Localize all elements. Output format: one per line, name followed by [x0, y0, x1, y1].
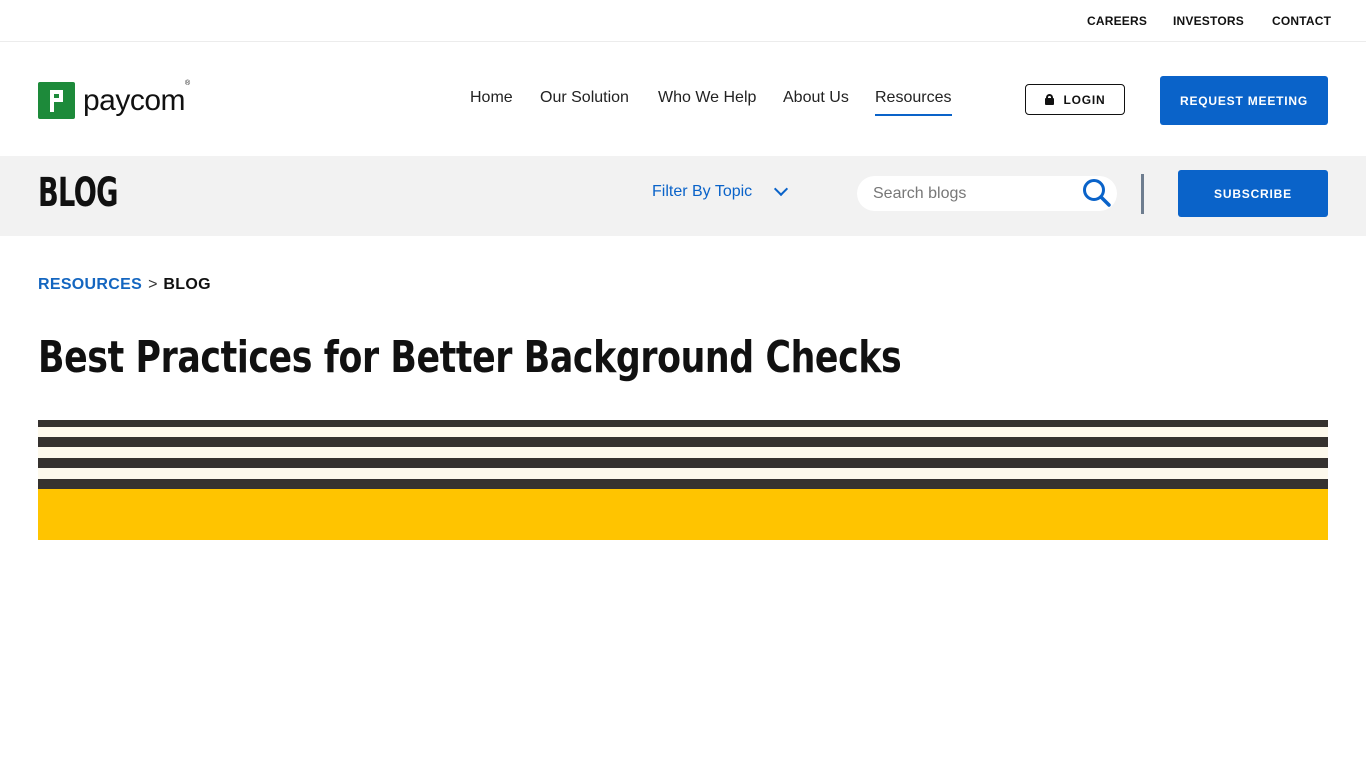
search-input[interactable]: [873, 183, 1073, 205]
nav-who-we-help[interactable]: Who We Help: [658, 89, 756, 107]
hero-stripe: [38, 479, 1328, 489]
article-title: Best Practices for Better Background Che…: [38, 332, 902, 383]
filter-by-topic-dropdown[interactable]: Filter By Topic: [652, 181, 789, 201]
request-meeting-button[interactable]: REQUEST MEETING: [1160, 76, 1328, 125]
logo-wordmark: paycom®: [83, 79, 190, 117]
investors-link[interactable]: INVESTORS: [1173, 14, 1244, 28]
breadcrumb-separator: >: [148, 276, 158, 293]
filter-label: Filter By Topic: [652, 183, 753, 200]
breadcrumb-current: BLOG: [163, 276, 211, 293]
breadcrumb: RESOURCES > BLOG: [38, 276, 211, 294]
search-box: [857, 176, 1117, 211]
login-button[interactable]: LOGIN: [1025, 84, 1125, 115]
nav-about-us[interactable]: About Us: [783, 89, 849, 107]
careers-link[interactable]: CAREERS: [1087, 14, 1147, 28]
hero-banner-image: [38, 420, 1328, 540]
hero-stripe: [38, 420, 1328, 427]
toolbar-divider: [1141, 174, 1144, 214]
nav-our-solution[interactable]: Our Solution: [540, 89, 629, 107]
nav-resources[interactable]: Resources: [875, 89, 951, 107]
chevron-down-icon: [774, 181, 789, 197]
lock-icon: [1044, 94, 1054, 105]
search-icon[interactable]: [1082, 178, 1112, 208]
hero-stripe: [38, 437, 1328, 447]
nav-active-underline: [875, 114, 952, 116]
breadcrumb-resources-link[interactable]: RESOURCES: [38, 276, 142, 294]
login-label: LOGIN: [1063, 92, 1106, 107]
hero-gold-band: [38, 489, 1328, 540]
paycom-logo-mark-icon: [38, 82, 75, 119]
hero-stripe: [38, 458, 1328, 468]
blog-heading: BLOG: [38, 170, 119, 216]
nav-home[interactable]: Home: [470, 89, 513, 107]
contact-link[interactable]: CONTACT: [1272, 14, 1331, 28]
subscribe-button[interactable]: SUBSCRIBE: [1178, 170, 1328, 217]
paycom-logo[interactable]: paycom®: [38, 79, 190, 119]
utility-bar: CAREERS INVESTORS CONTACT: [0, 0, 1366, 42]
